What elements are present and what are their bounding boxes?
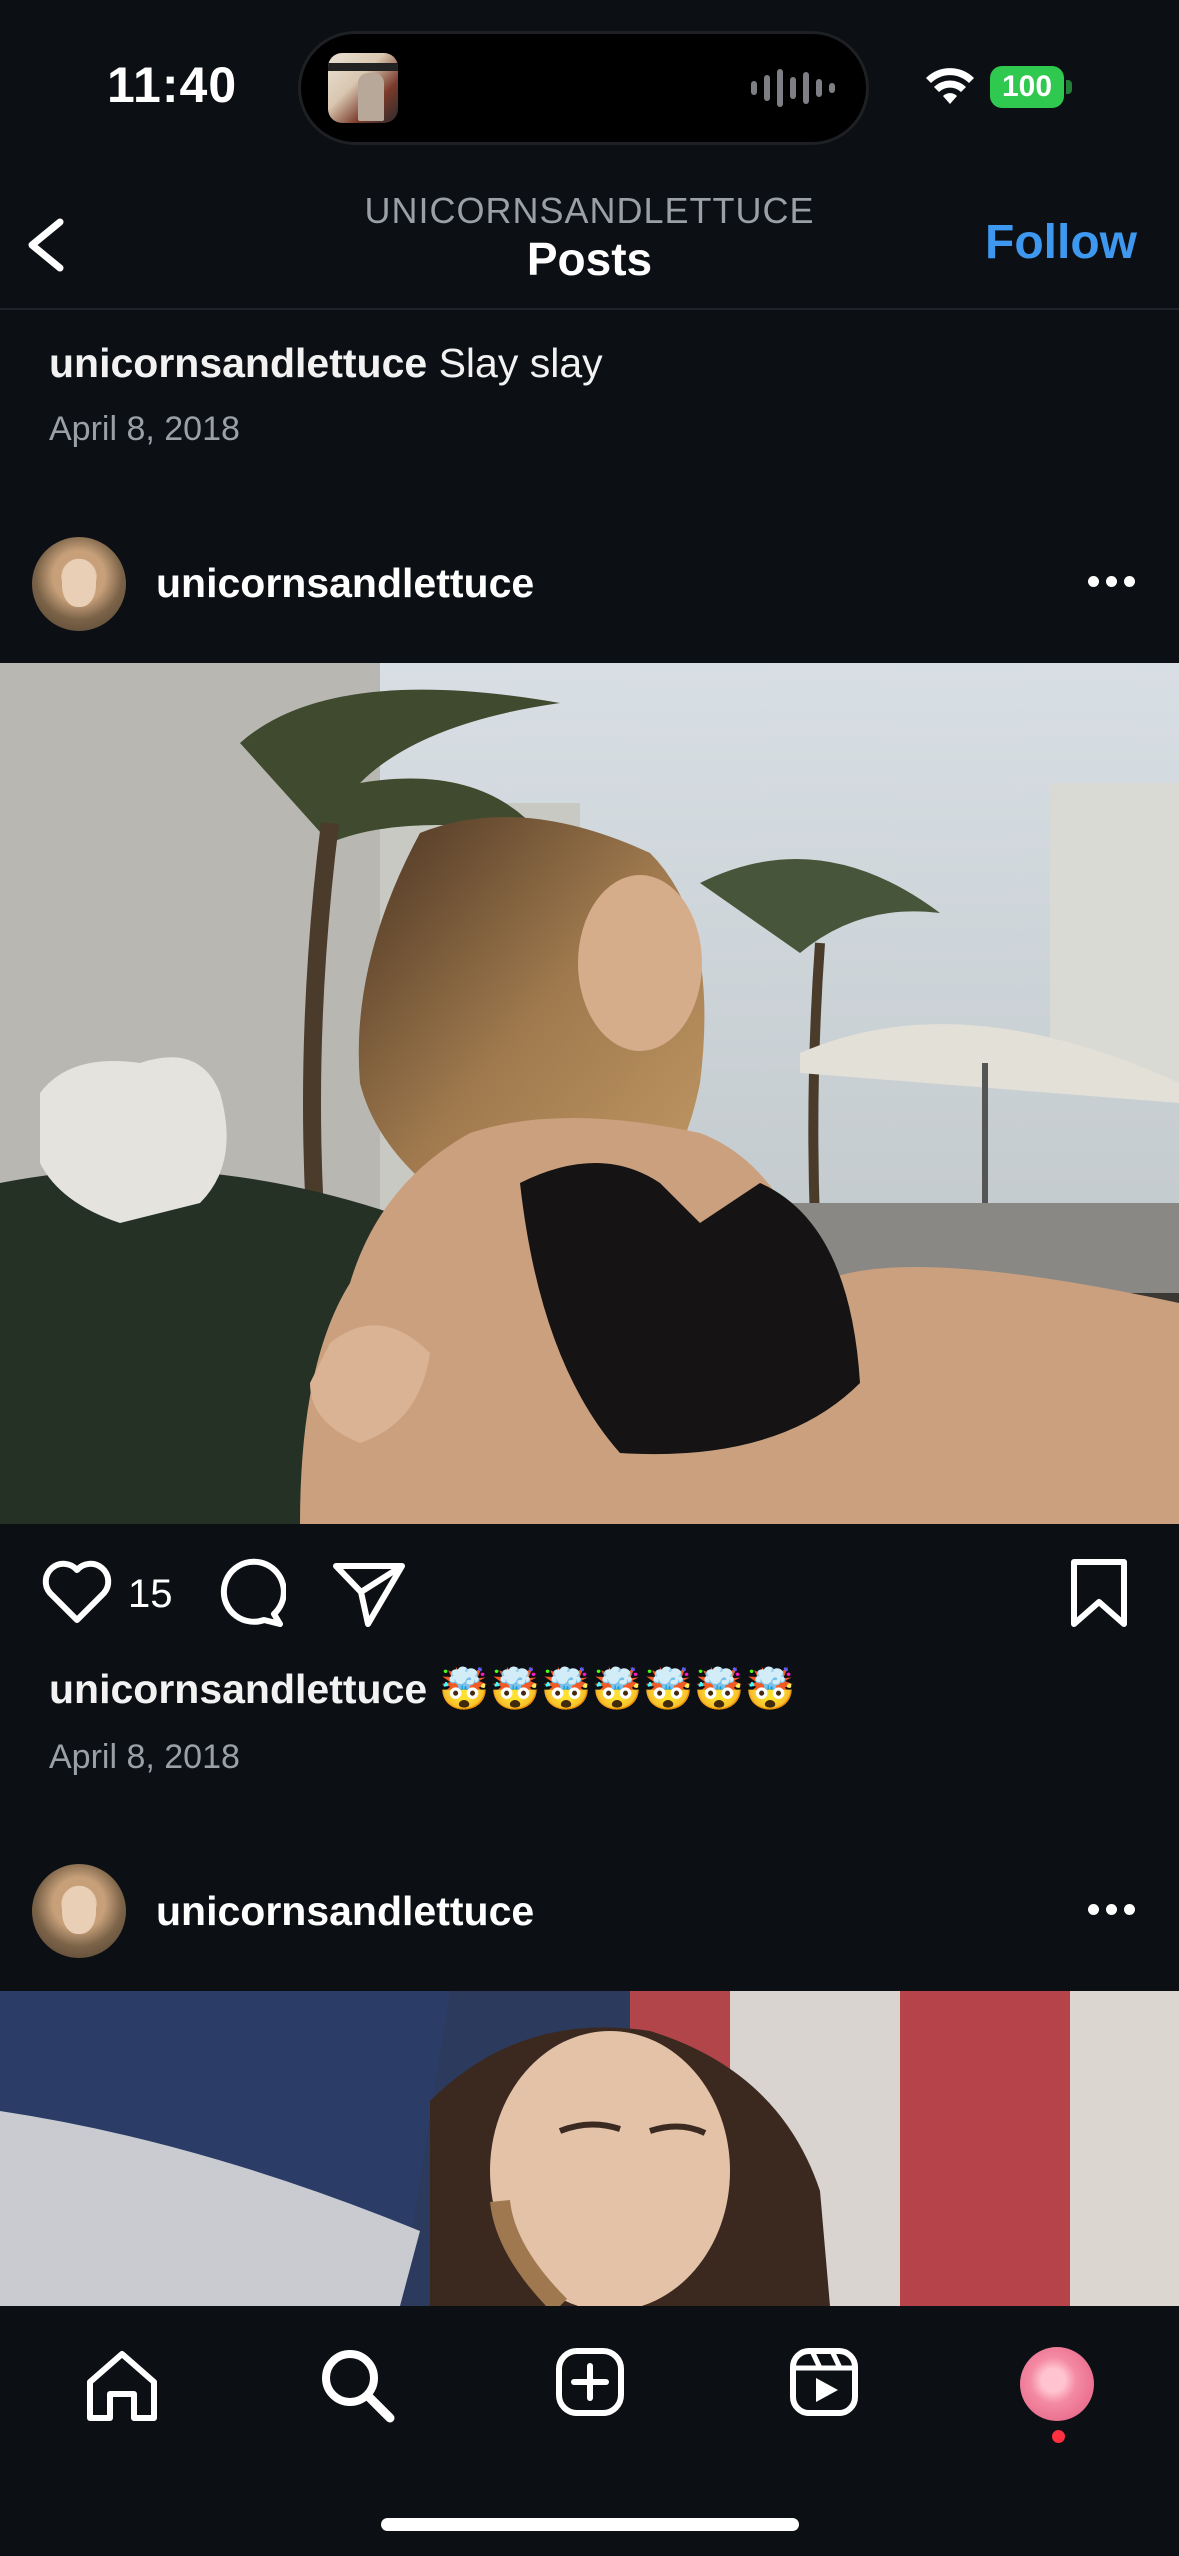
- avatar[interactable]: [32, 537, 126, 631]
- post-photo-illustration: [0, 663, 1179, 1524]
- previous-post-caption: unicornsandlettuce Slay slay: [49, 340, 603, 387]
- post-date: April 8, 2018: [49, 1738, 240, 1776]
- comment-icon[interactable]: [212, 1558, 286, 1630]
- more-horizontal-icon[interactable]: [1088, 1902, 1148, 1922]
- caption-text: Slay slay: [438, 340, 603, 386]
- wifi-icon: [926, 68, 974, 104]
- more-horizontal-icon[interactable]: [1088, 574, 1148, 594]
- header-divider: [0, 308, 1179, 310]
- search-icon[interactable]: [318, 2346, 396, 2424]
- profile-avatar[interactable]: [1020, 2347, 1094, 2421]
- post-photo[interactable]: [0, 663, 1179, 1524]
- avatar[interactable]: [32, 1864, 126, 1958]
- caption-text: 🤯🤯🤯🤯🤯🤯🤯: [438, 1666, 796, 1712]
- add-square-icon[interactable]: [554, 2346, 626, 2418]
- dynamic-island[interactable]: [298, 31, 869, 145]
- post-photo-illustration: [0, 1991, 1179, 2306]
- notification-dot: [1052, 2430, 1065, 2443]
- post-username[interactable]: unicornsandlettuce: [156, 1888, 534, 1935]
- status-time: 11:40: [107, 57, 238, 113]
- caption-username[interactable]: unicornsandlettuce: [49, 340, 427, 386]
- send-icon[interactable]: [330, 1560, 408, 1630]
- post-username[interactable]: unicornsandlettuce: [156, 560, 534, 607]
- heart-icon[interactable]: [40, 1560, 114, 1626]
- home-indicator[interactable]: [381, 2518, 799, 2531]
- follow-button[interactable]: Follow: [985, 215, 1137, 270]
- home-icon[interactable]: [82, 2348, 162, 2424]
- previous-post-date: April 8, 2018: [49, 410, 240, 448]
- now-playing-artwork: [328, 53, 398, 123]
- battery-level: 100: [990, 66, 1064, 108]
- battery-tip: [1066, 80, 1072, 94]
- post-caption: unicornsandlettuce 🤯🤯🤯🤯🤯🤯🤯: [49, 1666, 796, 1714]
- reels-icon[interactable]: [788, 2346, 860, 2418]
- bookmark-icon[interactable]: [1068, 1556, 1130, 1630]
- caption-username[interactable]: unicornsandlettuce: [49, 1666, 427, 1712]
- audio-waveform-icon: [751, 67, 835, 109]
- post-photo[interactable]: [0, 1991, 1179, 2306]
- like-count[interactable]: 15: [128, 1572, 173, 1617]
